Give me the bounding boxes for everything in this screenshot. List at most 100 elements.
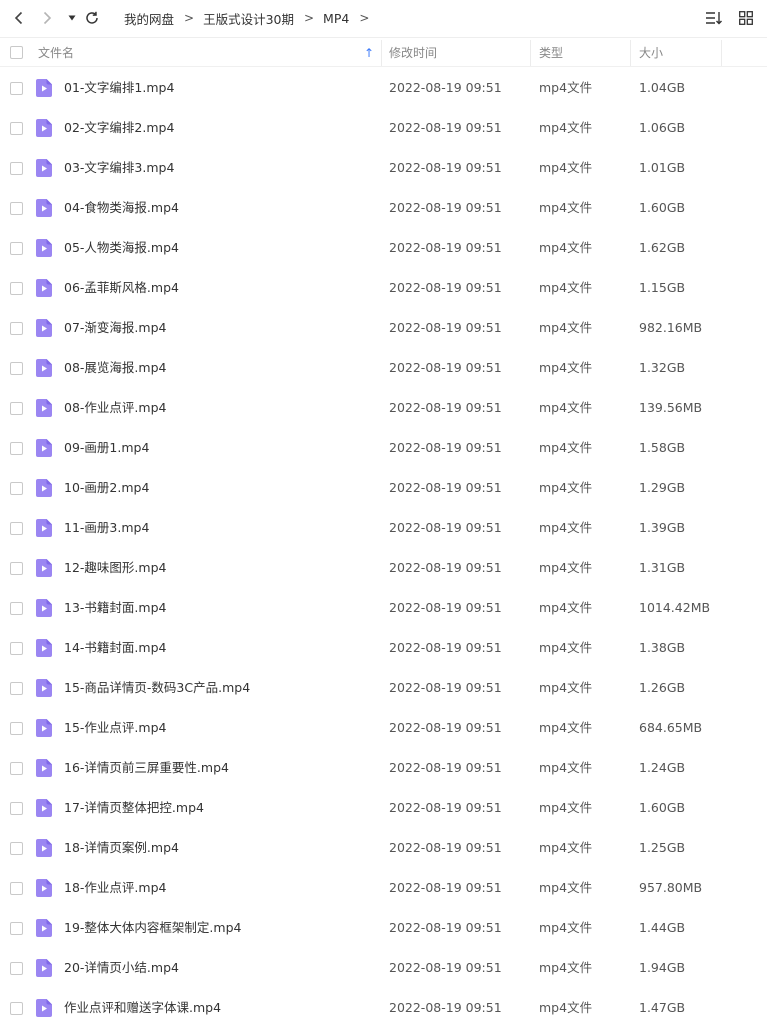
file-name[interactable]: 20-详情页小结.mp4 <box>64 948 179 988</box>
file-name[interactable]: 01-文字编排1.mp4 <box>64 68 174 108</box>
row-checkbox[interactable] <box>10 562 23 575</box>
video-file-icon <box>36 639 52 657</box>
file-row[interactable]: 10-画册2.mp4 2022-08-19 09:51 mp4文件 1.29GB <box>0 468 767 508</box>
file-row[interactable]: 02-文字编排2.mp4 2022-08-19 09:51 mp4文件 1.06GB <box>0 108 767 148</box>
row-checkbox[interactable] <box>10 802 23 815</box>
row-checkbox[interactable] <box>10 522 23 535</box>
row-checkbox[interactable] <box>10 762 23 775</box>
file-row[interactable]: 14-书籍封面.mp4 2022-08-19 09:51 mp4文件 1.38GB <box>0 628 767 668</box>
row-checkbox[interactable] <box>10 682 23 695</box>
row-checkbox[interactable] <box>10 962 23 975</box>
file-name[interactable]: 06-孟菲斯风格.mp4 <box>64 268 179 308</box>
column-header-modified[interactable]: 修改时间 <box>389 38 437 67</box>
file-name[interactable]: 15-作业点评.mp4 <box>64 708 166 748</box>
history-dropdown-button[interactable] <box>63 8 81 28</box>
file-row[interactable]: 07-渐变海报.mp4 2022-08-19 09:51 mp4文件 982.16MB <box>0 308 767 348</box>
video-file-icon <box>36 679 52 697</box>
row-checkbox[interactable] <box>10 1002 23 1015</box>
file-name[interactable]: 作业点评和赠送字体课.mp4 <box>64 988 221 1028</box>
file-name[interactable]: 14-书籍封面.mp4 <box>64 628 166 668</box>
back-button[interactable] <box>10 8 28 28</box>
row-checkbox[interactable] <box>10 82 23 95</box>
file-name[interactable]: 08-展览海报.mp4 <box>64 348 166 388</box>
sort-ascending-icon[interactable]: ↑ <box>364 46 374 60</box>
row-checkbox[interactable] <box>10 922 23 935</box>
file-name[interactable]: 04-食物类海报.mp4 <box>64 188 179 228</box>
file-row[interactable]: 17-详情页整体把控.mp4 2022-08-19 09:51 mp4文件 1.60G… <box>0 788 767 828</box>
file-name[interactable]: 07-渐变海报.mp4 <box>64 308 166 348</box>
file-row[interactable]: 01-文字编排1.mp4 2022-08-19 09:51 mp4文件 1.04GB <box>0 68 767 108</box>
column-divider[interactable] <box>381 40 382 66</box>
row-checkbox[interactable] <box>10 882 23 895</box>
file-name[interactable]: 03-文字编排3.mp4 <box>64 148 174 188</box>
file-row[interactable]: 11-画册3.mp4 2022-08-19 09:51 mp4文件 1.39GB <box>0 508 767 548</box>
breadcrumb-item-root[interactable]: 我的网盘 <box>124 9 174 28</box>
refresh-button[interactable] <box>83 8 101 28</box>
file-name[interactable]: 18-作业点评.mp4 <box>64 868 166 908</box>
video-file-icon <box>36 839 52 857</box>
file-name[interactable]: 08-作业点评.mp4 <box>64 388 166 428</box>
file-size: 957.80MB <box>639 880 703 895</box>
row-checkbox[interactable] <box>10 242 23 255</box>
file-name[interactable]: 19-整体大体内容框架制定.mp4 <box>64 908 241 948</box>
column-header-name[interactable]: 文件名 ↑ <box>38 38 380 67</box>
file-row[interactable]: 19-整体大体内容框架制定.mp4 2022-08-19 09:51 mp4文件 1.… <box>0 908 767 948</box>
file-row[interactable]: 08-展览海报.mp4 2022-08-19 09:51 mp4文件 1.32GB <box>0 348 767 388</box>
row-checkbox[interactable] <box>10 482 23 495</box>
column-divider[interactable] <box>530 40 531 66</box>
select-all-checkbox[interactable] <box>10 46 23 59</box>
breadcrumb-item-folder[interactable]: 王版式设计30期 <box>203 9 294 28</box>
breadcrumb-item-current[interactable]: MP4 <box>323 11 349 26</box>
video-file-icon <box>36 319 52 337</box>
row-checkbox[interactable] <box>10 122 23 135</box>
file-row[interactable]: 13-书籍封面.mp4 2022-08-19 09:51 mp4文件 1014.42M… <box>0 588 767 628</box>
file-name[interactable]: 11-画册3.mp4 <box>64 508 149 548</box>
file-row[interactable]: 16-详情页前三屏重要性.mp4 2022-08-19 09:51 mp4文件 1.2… <box>0 748 767 788</box>
file-modified-time: 2022-08-19 09:51 <box>389 680 502 695</box>
column-header-type[interactable]: 类型 <box>539 38 563 67</box>
row-checkbox[interactable] <box>10 362 23 375</box>
file-row[interactable]: 08-作业点评.mp4 2022-08-19 09:51 mp4文件 139.56MB <box>0 388 767 428</box>
file-row[interactable]: 04-食物类海报.mp4 2022-08-19 09:51 mp4文件 1.60GB <box>0 188 767 228</box>
row-checkbox[interactable] <box>10 202 23 215</box>
file-row[interactable]: 18-作业点评.mp4 2022-08-19 09:51 mp4文件 957.80MB <box>0 868 767 908</box>
row-checkbox[interactable] <box>10 162 23 175</box>
file-row[interactable]: 12-趣味图形.mp4 2022-08-19 09:51 mp4文件 1.31GB <box>0 548 767 588</box>
file-row[interactable]: 18-详情页案例.mp4 2022-08-19 09:51 mp4文件 1.25GB <box>0 828 767 868</box>
file-row[interactable]: 03-文字编排3.mp4 2022-08-19 09:51 mp4文件 1.01GB <box>0 148 767 188</box>
file-name[interactable]: 02-文字编排2.mp4 <box>64 108 174 148</box>
file-row[interactable]: 作业点评和赠送字体课.mp4 2022-08-19 09:51 mp4文件 1.47G… <box>0 988 767 1028</box>
row-checkbox[interactable] <box>10 842 23 855</box>
file-row[interactable]: 06-孟菲斯风格.mp4 2022-08-19 09:51 mp4文件 1.15GB <box>0 268 767 308</box>
file-row[interactable]: 15-商品详情页-数码3C产品.mp4 2022-08-19 09:51 mp4文件… <box>0 668 767 708</box>
file-name[interactable]: 09-画册1.mp4 <box>64 428 149 468</box>
row-checkbox[interactable] <box>10 402 23 415</box>
file-name[interactable]: 12-趣味图形.mp4 <box>64 548 166 588</box>
file-row[interactable]: 09-画册1.mp4 2022-08-19 09:51 mp4文件 1.58GB <box>0 428 767 468</box>
file-name[interactable]: 18-详情页案例.mp4 <box>64 828 179 868</box>
file-name[interactable]: 13-书籍封面.mp4 <box>64 588 166 628</box>
file-size: 1.38GB <box>639 640 686 655</box>
file-row[interactable]: 05-人物类海报.mp4 2022-08-19 09:51 mp4文件 1.62GB <box>0 228 767 268</box>
row-checkbox[interactable] <box>10 322 23 335</box>
file-type: mp4文件 <box>539 760 593 775</box>
file-name[interactable]: 16-详情页前三屏重要性.mp4 <box>64 748 229 788</box>
column-header-size[interactable]: 大小 <box>639 38 663 67</box>
column-divider[interactable] <box>630 40 631 66</box>
file-size: 1.06GB <box>639 120 686 135</box>
file-name[interactable]: 05-人物类海报.mp4 <box>64 228 179 268</box>
file-name[interactable]: 17-详情页整体把控.mp4 <box>64 788 204 828</box>
file-name[interactable]: 10-画册2.mp4 <box>64 468 149 508</box>
file-row[interactable]: 20-详情页小结.mp4 2022-08-19 09:51 mp4文件 1.94GB <box>0 948 767 988</box>
column-divider[interactable] <box>721 40 722 66</box>
row-checkbox[interactable] <box>10 602 23 615</box>
row-checkbox[interactable] <box>10 282 23 295</box>
grid-view-button[interactable] <box>737 8 755 28</box>
file-name[interactable]: 15-商品详情页-数码3C产品.mp4 <box>64 668 250 708</box>
row-checkbox[interactable] <box>10 722 23 735</box>
row-checkbox[interactable] <box>10 442 23 455</box>
forward-button[interactable] <box>38 8 56 28</box>
file-row[interactable]: 15-作业点评.mp4 2022-08-19 09:51 mp4文件 684.65MB <box>0 708 767 748</box>
row-checkbox[interactable] <box>10 642 23 655</box>
sort-button[interactable] <box>705 8 723 28</box>
